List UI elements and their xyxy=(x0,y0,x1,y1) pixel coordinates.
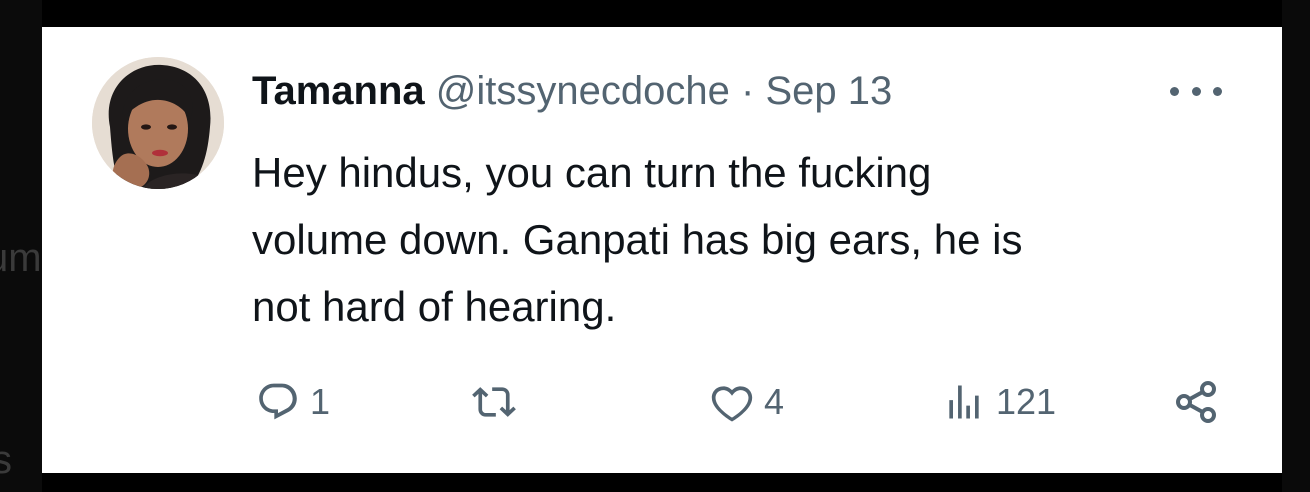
like-count: 4 xyxy=(764,381,785,422)
author-handle[interactable]: @itssynecdoche xyxy=(436,69,730,113)
reply-button[interactable]: 1 xyxy=(256,372,330,432)
background-right-strip xyxy=(1282,0,1310,492)
like-button[interactable]: 4 xyxy=(710,372,784,432)
tweet-actions: 1 4 121 xyxy=(42,372,1282,432)
background-left-strip: um / s xyxy=(0,0,42,492)
author-name[interactable]: Tamanna xyxy=(252,69,425,113)
share-button[interactable] xyxy=(1172,372,1220,432)
more-dot xyxy=(1170,86,1179,96)
tweet-date[interactable]: Sep 13 xyxy=(765,69,892,113)
views-button[interactable]: 121 xyxy=(942,372,1056,432)
more-dot xyxy=(1191,86,1201,96)
share-icon xyxy=(1176,381,1216,423)
screenshot-stage: um / s xyxy=(0,0,1310,492)
background-text-fragment: s xyxy=(0,438,12,482)
header-separator: · xyxy=(740,69,755,113)
tweet-text: Hey hindus, you can turn the fucking vol… xyxy=(252,149,1023,330)
views-count: 121 xyxy=(996,381,1057,422)
avatar[interactable] xyxy=(92,57,224,189)
reply-count: 1 xyxy=(310,381,331,422)
retweet-button[interactable] xyxy=(472,372,526,432)
background-text-fragment: um xyxy=(0,236,42,280)
more-horizontal-icon[interactable] xyxy=(1170,79,1222,103)
retweet-icon xyxy=(472,387,516,417)
tweet-card: Tamanna @itssynecdoche · Sep 13 Hey hind… xyxy=(42,27,1282,473)
more-dot xyxy=(1213,86,1222,96)
views-icon xyxy=(949,385,979,419)
reply-icon xyxy=(259,383,297,420)
profile-photo-image xyxy=(92,57,224,189)
tweet-header: Tamanna @itssynecdoche · Sep 13 xyxy=(252,67,892,115)
heart-icon xyxy=(711,386,753,422)
